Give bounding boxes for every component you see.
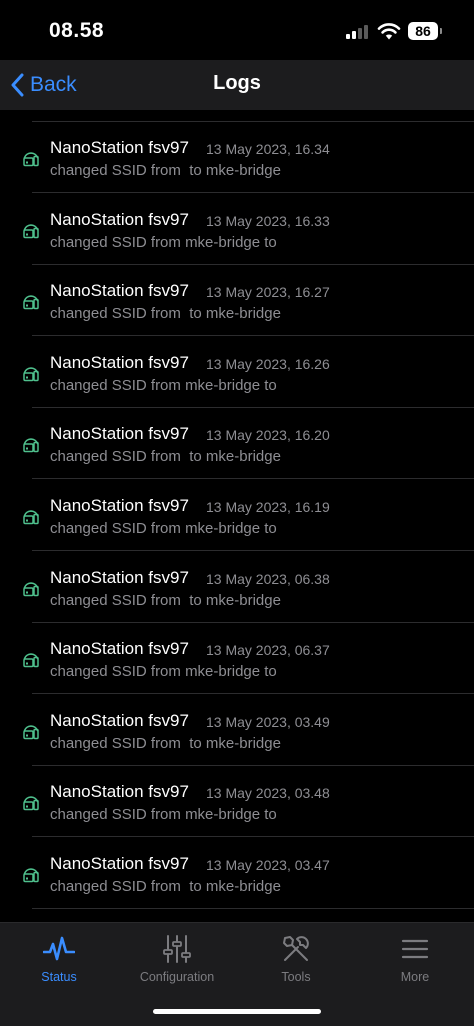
log-row[interactable]: NanoStation fsv97 13 May 2023, 16.26 cha… [0,337,474,408]
log-device-name: NanoStation fsv97 [50,782,189,802]
device-icon [23,295,39,310]
tools-icon [283,936,309,961]
device-icon [23,223,39,238]
log-row[interactable]: NanoStation fsv97 13 May 2023, 06.37 cha… [0,623,474,695]
log-device-name: NanoStation fsv97 [50,639,189,659]
log-timestamp: 13 May 2023, 16.20 [206,427,330,444]
pulse-icon [43,936,75,961]
log-timestamp: 13 May 2023, 16.19 [206,499,330,515]
device-icon [23,796,39,811]
log-message: changed SSID from to mke-bridge [50,162,281,179]
navigation-bar: Back Logs [0,60,474,110]
log-timestamp: 13 May 2023, 16.34 [206,141,330,157]
log-message: changed SSID from to mke-bridge [50,591,281,609]
log-message: changed SSID from to mke-bridge [50,448,281,466]
row-divider [32,908,474,909]
device-icon [23,868,39,883]
log-row[interactable]: NanoStation fsv97 13 May 2023, 03.48 cha… [0,766,474,838]
log-device-name: NanoStation fsv97 [50,209,189,229]
log-device-name: NanoStation fsv97 [50,281,189,301]
tab-tools[interactable]: Tools [237,933,355,989]
log-row[interactable]: NanoStation fsv97 13 May 2023, 03.47 cha… [0,838,474,909]
device-icon [23,510,39,525]
log-message: changed SSID from mke-bridge to [50,233,277,251]
tab-label: More [400,970,430,984]
tab-configuration[interactable]: Configuration [118,933,236,989]
log-timestamp: 13 May 2023, 06.38 [206,570,330,587]
battery-indicator: 86 [408,22,438,40]
log-row[interactable]: NanoStation fsv97 13 May 2023, 16.19 cha… [0,480,474,551]
tab-more[interactable]: More [356,933,474,989]
log-message: changed SSID from to mke-bridge [50,878,281,895]
log-timestamp: 13 May 2023, 03.48 [206,785,330,802]
log-timestamp: 13 May 2023, 16.26 [206,355,330,372]
home-indicator[interactable] [153,1009,321,1014]
log-device-name: NanoStation fsv97 [50,424,189,444]
log-device-name: NanoStation fsv97 [50,710,189,730]
log-device-name: NanoStation fsv97 [50,352,189,372]
log-row[interactable]: NanoStation fsv97 13 May 2023, 03.49 cha… [0,695,474,766]
log-message: changed SSID from to mke-bridge [50,734,281,752]
log-message: changed SSID from mke-bridge to [50,376,277,394]
wifi-icon [377,23,401,40]
status-bar: 08.58 86 [0,0,474,60]
sliders-icon [163,935,191,963]
device-icon [23,367,39,382]
tab-label: Configuration [139,970,215,984]
log-row[interactable]: NanoStation fsv97 13 May 2023, 16.27 cha… [0,265,474,337]
device-icon [23,581,39,596]
log-message: changed SSID from mke-bridge to [50,520,277,537]
log-row[interactable]: NanoStation fsv97 13 May 2023, 16.20 cha… [0,408,474,480]
cellular-signal-icon [346,25,370,39]
device-icon [23,152,39,167]
device-icon [23,438,39,453]
tab-status[interactable]: Status [0,933,118,989]
menu-icon [401,939,429,959]
log-message: changed SSID from mke-bridge to [50,663,277,681]
log-row[interactable]: NanoStation fsv97 13 May 2023, 16.33 cha… [0,194,474,265]
log-timestamp: 13 May 2023, 03.47 [206,857,330,873]
log-message: changed SSID from to mke-bridge [50,305,281,323]
tab-label: Status [41,970,77,984]
tab-label: Tools [281,970,311,984]
battery-cap [440,28,442,34]
log-row[interactable]: NanoStation fsv97 13 May 2023, 16.34 cha… [0,122,474,193]
log-row[interactable]: NanoStation fsv97 13 May 2023, 06.38 cha… [0,552,474,623]
log-timestamp: 13 May 2023, 06.37 [206,642,330,659]
device-icon [23,653,39,668]
log-device-name: NanoStation fsv97 [50,567,189,587]
log-device-name: NanoStation fsv97 [50,854,189,873]
log-timestamp: 13 May 2023, 16.33 [206,212,330,229]
page-title: Logs [213,72,261,94]
log-timestamp: 13 May 2023, 03.49 [206,713,330,730]
log-device-name: NanoStation fsv97 [50,496,189,515]
log-list[interactable]: NanoStation fsv97 13 May 2023, 16.34 cha… [0,110,474,922]
log-message: changed SSID from mke-bridge to [50,806,277,824]
status-time: 08.58 [49,19,105,42]
log-timestamp: 13 May 2023, 16.27 [206,284,330,301]
log-device-name: NanoStation fsv97 [50,138,189,157]
device-icon [23,725,39,740]
